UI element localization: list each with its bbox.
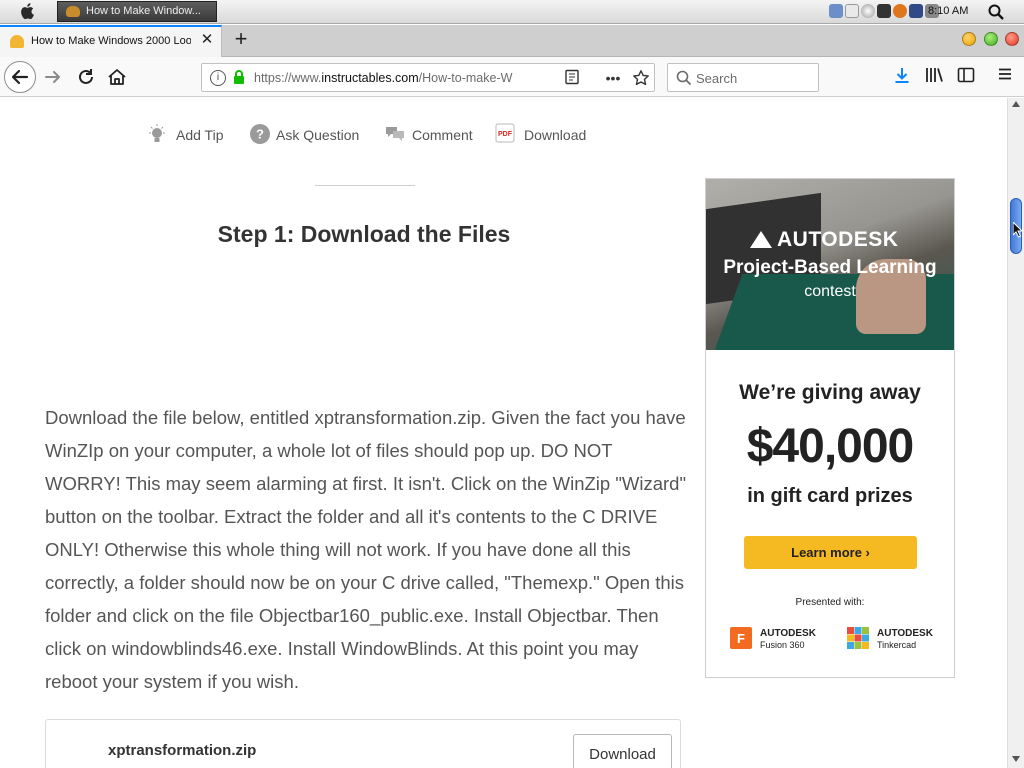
- fusion-360-logo: F AUTODESK Fusion 360: [730, 627, 830, 653]
- arrow-left-icon: [11, 69, 29, 85]
- page-content: Add Tip ? Ask Question Comment PDF Downl…: [0, 98, 1007, 768]
- instructables-favicon-icon: [10, 35, 24, 48]
- add-tip-label: Add Tip: [176, 127, 224, 143]
- battery-icon[interactable]: [877, 4, 891, 18]
- reload-icon: [79, 69, 93, 84]
- shield-icon[interactable]: [845, 4, 859, 18]
- lightbulb-icon: [149, 124, 165, 142]
- reload-button[interactable]: [75, 66, 97, 88]
- site-info-icon[interactable]: i: [210, 70, 226, 86]
- file-attachment: xptransformation.zip Download: [45, 719, 681, 768]
- search-input[interactable]: [696, 69, 811, 87]
- taskbar-window-button[interactable]: How to Make Window...: [57, 1, 217, 22]
- ad-amount: $40,000: [746, 420, 915, 473]
- search-icon: [676, 70, 692, 86]
- download-label: Download: [524, 127, 587, 143]
- question-icon: ?: [250, 124, 270, 144]
- close-tab-icon[interactable]: ✕: [199, 32, 215, 48]
- sidebar-icon: [957, 67, 975, 83]
- fusion-name: Fusion 360: [760, 640, 805, 650]
- apple-icon[interactable]: [20, 2, 36, 20]
- close-window-icon[interactable]: [1005, 32, 1019, 46]
- instructables-robot-icon: [66, 6, 80, 17]
- sidebar-button[interactable]: [955, 66, 977, 88]
- taskbar-window-title: How to Make Window...: [86, 5, 201, 17]
- fusion-360-icon: F: [730, 627, 752, 649]
- spotlight-search-icon[interactable]: [988, 4, 1004, 20]
- mouse-cursor-icon: [1013, 222, 1023, 238]
- home-button[interactable]: [106, 66, 128, 88]
- scroll-up-arrow-icon[interactable]: [1012, 101, 1020, 107]
- ad-subhead: contest: [804, 283, 856, 300]
- os-top-bar: How to Make Window... 8:10 AM: [0, 0, 1024, 24]
- comment-label: Comment: [412, 127, 473, 143]
- step-title: Step 1: Download the Files: [217, 221, 511, 247]
- scroll-down-arrow-icon[interactable]: [1012, 756, 1020, 762]
- divider: [315, 185, 415, 186]
- network-icon[interactable]: [909, 4, 923, 18]
- ad-prize-text: in gift card prizes: [747, 485, 913, 507]
- home-icon: [108, 69, 126, 85]
- ad-presented-with: Presented with:: [795, 597, 865, 608]
- file-name[interactable]: xptransformation.zip: [108, 742, 256, 759]
- ad-brand-text: AUTODESK: [777, 228, 899, 251]
- ask-question-label: Ask Question: [276, 127, 360, 143]
- url-domain: instructables.com: [321, 71, 419, 85]
- download-pdf-button[interactable]: PDF Download: [494, 123, 588, 145]
- tinkercad-logo: AUTODESK Tinkercad: [847, 627, 947, 653]
- search-bar[interactable]: [667, 63, 819, 92]
- back-button[interactable]: [4, 61, 36, 93]
- advertisement[interactable]: AUTODESK Project-Based Learning contest …: [705, 178, 955, 678]
- svg-text:?: ?: [256, 127, 264, 142]
- file-download-button[interactable]: Download: [573, 734, 672, 768]
- lock-icon[interactable]: [233, 70, 245, 85]
- autodesk-logo: AUTODESK: [750, 228, 898, 252]
- downloads-button[interactable]: [891, 66, 913, 88]
- minimize-window-icon[interactable]: [962, 32, 976, 46]
- ad-headline: Project-Based Learning: [723, 257, 937, 278]
- step-body-text: Download the file below, entitled xptran…: [45, 407, 687, 692]
- keyboard-icon[interactable]: [829, 4, 843, 18]
- comment-button[interactable]: Comment: [384, 123, 476, 145]
- tinkercad-icon: [847, 627, 869, 649]
- forward-button[interactable]: [42, 66, 64, 88]
- os-clock: 8:10 AM: [928, 5, 969, 17]
- tab-title: How to Make Windows 2000 Look Like XP: [31, 35, 191, 47]
- url-prefix: https://www.: [254, 71, 322, 85]
- magnifier-orange-icon[interactable]: [893, 4, 907, 18]
- svg-text:PDF: PDF: [498, 131, 513, 138]
- ad-photo: AUTODESK Project-Based Learning contest: [706, 179, 954, 350]
- hamburger-icon: [999, 68, 1011, 80]
- pdf-icon: PDF: [495, 123, 515, 143]
- tab-strip: How to Make Windows 2000 Look Like XP ✕ …: [0, 25, 1024, 57]
- url-bar[interactable]: i https://www.instructables.com/How-to-m…: [201, 63, 655, 92]
- comment-icon: [386, 127, 404, 141]
- svg-text:F: F: [737, 631, 745, 646]
- star-icon[interactable]: [632, 69, 650, 87]
- add-tip-button[interactable]: Add Tip: [146, 123, 226, 145]
- reader-view-icon[interactable]: [563, 69, 581, 87]
- vertical-scrollbar[interactable]: [1007, 98, 1024, 768]
- url-text[interactable]: https://www.instructables.com/How-to-mak…: [254, 71, 534, 85]
- menu-button[interactable]: [994, 66, 1016, 88]
- navigation-toolbar: i https://www.instructables.com/How-to-m…: [0, 57, 1024, 97]
- autodesk-logo-icon: [750, 231, 772, 248]
- new-tab-icon[interactable]: +: [230, 28, 252, 50]
- tinkercad-name: Tinkercad: [877, 640, 917, 650]
- download-arrow-icon: [895, 68, 909, 83]
- fusion-brand: AUTODESK: [760, 628, 816, 639]
- browser-tab[interactable]: How to Make Windows 2000 Look Like XP ✕: [0, 25, 222, 57]
- arrow-right-icon: [45, 71, 60, 83]
- more-icon[interactable]: •••: [604, 69, 622, 87]
- url-path: /How-to-make-W: [418, 71, 513, 85]
- library-button[interactable]: [923, 66, 945, 88]
- library-icon: [926, 68, 943, 82]
- ad-giving-text: We’re giving away: [739, 381, 921, 404]
- system-tray: [829, 4, 941, 20]
- learn-more-button[interactable]: Learn more ›: [744, 536, 917, 569]
- tinkercad-brand: AUTODESK: [877, 628, 933, 639]
- maximize-window-icon[interactable]: [984, 32, 998, 46]
- color-icon[interactable]: [861, 4, 875, 18]
- ask-question-button[interactable]: ? Ask Question: [249, 123, 364, 145]
